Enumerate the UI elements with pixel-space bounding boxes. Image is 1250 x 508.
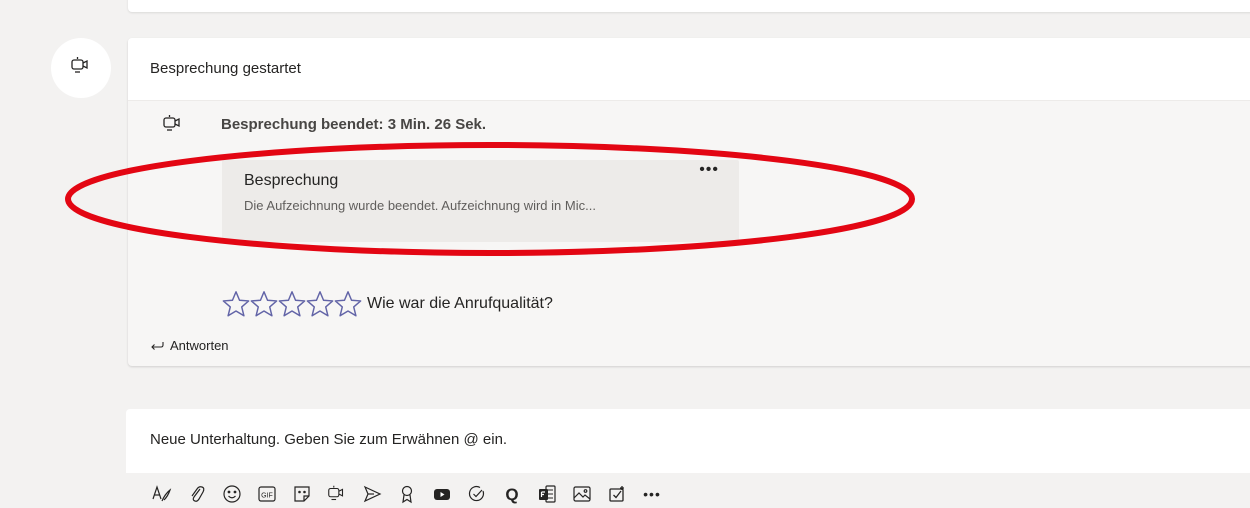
meeting-ended-label: Besprechung beendet: 3 Min. 26 Sek. (221, 116, 487, 133)
forms-icon[interactable] (535, 482, 559, 506)
rating-star-4[interactable] (305, 290, 335, 318)
praise-icon[interactable] (395, 482, 419, 506)
format-icon[interactable] (150, 482, 174, 506)
thread-header: Besprechung gestartet (128, 38, 1250, 101)
call-quality-rating: Wie war die Anrufqualität? (221, 290, 553, 318)
attach-icon[interactable] (185, 482, 209, 506)
emoji-icon[interactable] (220, 482, 244, 506)
deliver-icon[interactable] (360, 482, 384, 506)
reply-label: Antworten (170, 338, 229, 353)
meet-now-icon[interactable] (325, 482, 349, 506)
reply-button[interactable]: Antworten (150, 338, 229, 353)
meeting-recording-card[interactable]: Besprechung Die Aufzeichnung wurde beend… (222, 160, 739, 242)
rating-star-5[interactable] (333, 290, 363, 318)
new-conversation-box[interactable]: Neue Unterhaltung. Geben Sie zum Erwähne… (126, 409, 1250, 473)
more-options-icon[interactable]: ••• (640, 482, 664, 506)
sticker-icon[interactable] (290, 482, 314, 506)
compose-toolbar: GIF Q ••• (150, 482, 675, 506)
video-camera-icon (161, 114, 185, 139)
meeting-avatar (51, 38, 111, 98)
rating-star-1[interactable] (221, 290, 251, 318)
svg-text:Q: Q (505, 485, 518, 504)
reply-arrow-icon (150, 338, 170, 353)
rating-star-2[interactable] (249, 290, 279, 318)
tasks-icon[interactable] (605, 482, 629, 506)
image-icon[interactable] (570, 482, 594, 506)
rating-stars (221, 290, 363, 318)
compose-placeholder: Neue Unterhaltung. Geben Sie zum Erwähne… (150, 431, 508, 448)
q-icon[interactable]: Q (500, 482, 524, 506)
more-options-button[interactable]: ••• (699, 161, 719, 179)
video-camera-icon (69, 56, 93, 81)
svg-text:GIF: GIF (261, 493, 273, 500)
meeting-card-description: Die Aufzeichnung wurde beendet. Aufzeich… (244, 198, 596, 213)
approvals-icon[interactable] (465, 482, 489, 506)
meeting-thread: Besprechung gestartet Besprechung beende… (128, 38, 1250, 366)
meeting-card-title: Besprechung (244, 172, 339, 189)
youtube-icon[interactable] (430, 482, 454, 506)
rating-star-3[interactable] (277, 290, 307, 318)
previous-post-card (128, 0, 1250, 12)
thread-title: Besprechung gestartet (150, 60, 301, 77)
rating-question: Wie war die Anrufqualität? (367, 295, 553, 312)
gif-icon[interactable]: GIF (255, 482, 279, 506)
